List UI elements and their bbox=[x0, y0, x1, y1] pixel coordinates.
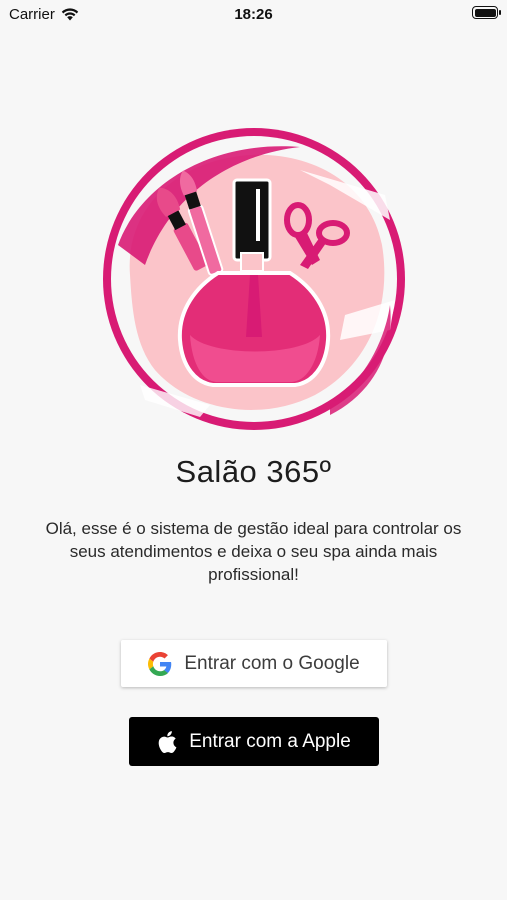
battery-icon bbox=[472, 6, 501, 19]
google-button-label: Entrar com o Google bbox=[184, 652, 360, 674]
clock: 18:26 bbox=[234, 6, 273, 23]
google-sign-in-button[interactable]: Entrar com o Google bbox=[121, 640, 387, 687]
apple-button-label: Entrar com a Apple bbox=[189, 730, 351, 752]
app-title: Salão 365º bbox=[175, 454, 332, 489]
apple-sign-in-button[interactable]: Entrar com a Apple bbox=[129, 717, 379, 766]
status-bar: Carrier 18:26 bbox=[0, 0, 507, 28]
google-icon bbox=[148, 651, 172, 676]
apple-icon bbox=[158, 730, 177, 753]
nail-polish-logo-icon bbox=[103, 128, 405, 430]
welcome-text: Olá, esse é o sistema de gestão ideal pa… bbox=[45, 519, 462, 584]
battery-fill bbox=[474, 8, 496, 17]
